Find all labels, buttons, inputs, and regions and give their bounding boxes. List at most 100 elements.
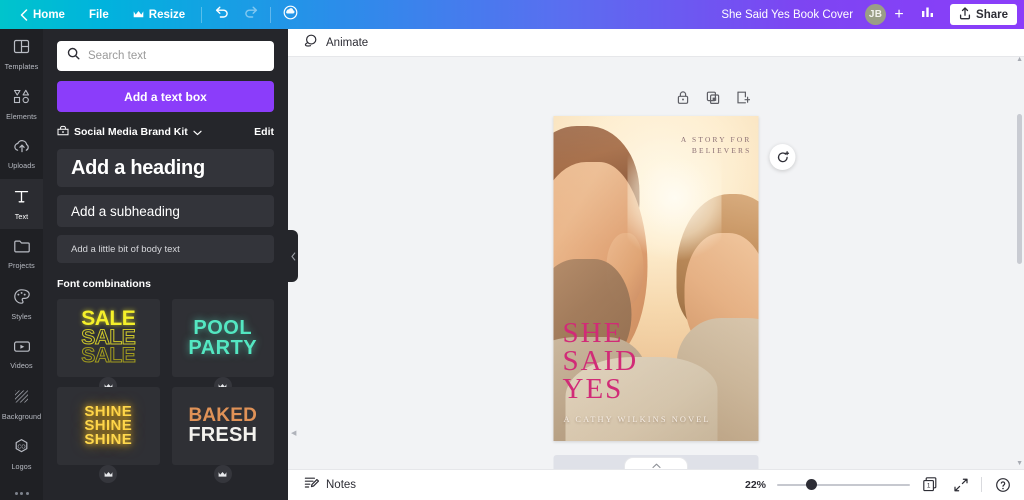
document-title[interactable]: She Said Yes Book Cover — [711, 9, 863, 21]
font-combination-shine-wrap: SHINE SHINE SHINE — [57, 387, 160, 483]
notes-expand-tab[interactable] — [624, 457, 688, 469]
add-text-box-label: Add a text box — [124, 89, 207, 104]
fullscreen-button[interactable] — [951, 475, 970, 494]
zoom-slider-track — [777, 483, 910, 486]
cover-tagline-line-2: BELIEVERS — [691, 146, 752, 156]
design-page-1[interactable]: A STORY FOR BELIEVERS SHE SAID YES A CAT… — [553, 116, 759, 441]
text-style-heading[interactable]: Add a heading — [57, 149, 274, 187]
page-wrapper: A STORY FOR BELIEVERS SHE SAID YES A CAT… — [553, 116, 796, 469]
top-bar-left-group: Home File Resize — [0, 0, 305, 29]
cover-title-line-2: SAID — [562, 344, 639, 377]
sidebar-more-button[interactable] — [0, 479, 43, 500]
sidebar-label-text: Text — [14, 211, 29, 221]
brand-kit-icon — [57, 123, 69, 141]
scroll-up-arrow[interactable]: ▲ — [1016, 57, 1023, 63]
help-button[interactable] — [993, 475, 1012, 494]
text-panel-content: Add a text box Social Media Brand Kit Ed… — [43, 29, 288, 483]
share-upload-icon — [959, 6, 971, 23]
resize-button[interactable]: Resize — [121, 0, 197, 29]
dot-3 — [25, 491, 29, 495]
vertical-scrollbar-thumb[interactable] — [1017, 114, 1022, 264]
brand-kit-edit-button[interactable]: Edit — [254, 126, 274, 138]
shine-line-3: SHINE — [84, 430, 133, 448]
font-combination-shine[interactable]: SHINE SHINE SHINE — [57, 387, 160, 465]
zoom-slider-knob[interactable] — [806, 479, 818, 490]
sidebar-label-projects: Projects — [8, 261, 35, 271]
elements-icon — [13, 88, 30, 110]
cloud-saved-icon — [282, 5, 299, 25]
lock-icon[interactable] — [674, 88, 692, 106]
animate-label: Animate — [326, 36, 369, 49]
zoom-slider[interactable] — [777, 479, 910, 491]
sidebar-item-text[interactable]: Text — [0, 179, 43, 229]
font-combination-baked-fresh[interactable]: BAKED FRESH — [171, 387, 274, 465]
duplicate-icon[interactable] — [704, 88, 722, 106]
home-button[interactable]: Home — [8, 0, 77, 29]
avatar[interactable]: JB — [865, 4, 887, 25]
editor-area: Animate A STORY FOR BELIEVERS SHE SAID Y… — [288, 29, 1024, 500]
object-toolbar — [674, 88, 752, 106]
page-manager-button[interactable]: 1 — [921, 475, 940, 494]
canvas-area[interactable]: A STORY FOR BELIEVERS SHE SAID YES A CAT… — [288, 57, 1024, 469]
cover-title[interactable]: SHE SAID YES — [562, 318, 639, 403]
insights-button[interactable] — [912, 0, 942, 29]
sidebar-label-background: Background — [1, 411, 42, 421]
sidebar-item-elements[interactable]: Elements — [0, 79, 43, 129]
sidebar-label-templates: Templates — [4, 61, 39, 71]
notes-button[interactable]: Notes — [300, 472, 360, 498]
sidebar-item-templates[interactable]: Templates — [0, 29, 43, 79]
redo-icon — [244, 5, 259, 24]
font-combination-baked-fresh-wrap: BAKED FRESH — [171, 387, 274, 483]
vertical-scrollbar[interactable] — [1017, 114, 1022, 469]
undo-button[interactable] — [206, 0, 236, 29]
text-style-heading-label: Add a heading — [71, 156, 205, 179]
insights-icon — [920, 5, 935, 24]
sidebar-item-background[interactable]: Background — [0, 379, 43, 429]
cloud-save-status-button[interactable] — [275, 0, 305, 29]
pro-crown-badge-baked-fresh — [213, 465, 232, 483]
animate-button[interactable]: Animate — [300, 30, 372, 56]
toolbar-divider-2 — [270, 6, 272, 23]
redo-button[interactable] — [236, 0, 266, 29]
file-menu-button[interactable]: File — [77, 0, 121, 29]
sale-preview: SALE SALE SALE — [81, 308, 137, 367]
cover-tagline[interactable]: A STORY FOR BELIEVERS — [624, 134, 751, 157]
scroll-left-arrow[interactable]: ◀ — [291, 429, 296, 437]
cover-author-line[interactable]: A CATHY WILKINS NOVEL — [564, 415, 711, 424]
sidebar-item-logos[interactable]: CO Logos — [0, 429, 43, 479]
text-style-body-label: Add a little bit of body text — [71, 243, 180, 255]
text-style-subheading[interactable]: Add a subheading — [57, 195, 274, 227]
pro-crown-badge-shine — [99, 465, 118, 483]
chevron-left-icon — [20, 8, 28, 21]
notes-label: Notes — [326, 479, 357, 491]
sidebar-item-uploads[interactable]: Uploads — [0, 129, 43, 179]
text-style-body[interactable]: Add a little bit of body text — [57, 235, 274, 263]
svg-text:CO: CO — [17, 444, 25, 450]
logos-icon: CO — [13, 438, 30, 460]
undo-icon — [214, 5, 229, 24]
sidebar-item-projects[interactable]: Projects — [0, 229, 43, 279]
regenerate-icon[interactable] — [769, 144, 796, 170]
templates-icon — [13, 38, 30, 60]
brand-kit-name: Social Media Brand Kit — [74, 126, 188, 138]
file-label: File — [88, 8, 109, 21]
sidebar-label-elements: Elements — [6, 111, 37, 121]
panel-collapse-handle[interactable] — [288, 230, 298, 282]
left-rail: Templates Elements Uploads Text Projects… — [0, 29, 43, 500]
add-text-box-button[interactable]: Add a text box — [57, 81, 274, 112]
sidebar-item-videos[interactable]: Videos — [0, 329, 43, 379]
export-page-icon[interactable] — [734, 88, 752, 106]
add-collaborator-button[interactable]: + — [888, 4, 910, 26]
background-icon — [13, 388, 30, 410]
home-label: Home — [33, 8, 65, 21]
font-combination-pool-party[interactable]: POOL PARTY — [171, 299, 274, 377]
brand-kit-selector[interactable]: Social Media Brand Kit — [57, 123, 202, 141]
animate-icon — [304, 33, 319, 53]
text-icon — [13, 188, 30, 210]
text-panel: Add a text box Social Media Brand Kit Ed… — [43, 29, 288, 500]
share-button[interactable]: Share — [950, 4, 1017, 25]
font-combination-sale-wrap: SALE SALE SALE — [57, 299, 160, 395]
search-input[interactable] — [88, 50, 264, 62]
sidebar-item-styles[interactable]: Styles — [0, 279, 43, 329]
font-combination-sale[interactable]: SALE SALE SALE — [57, 299, 160, 377]
